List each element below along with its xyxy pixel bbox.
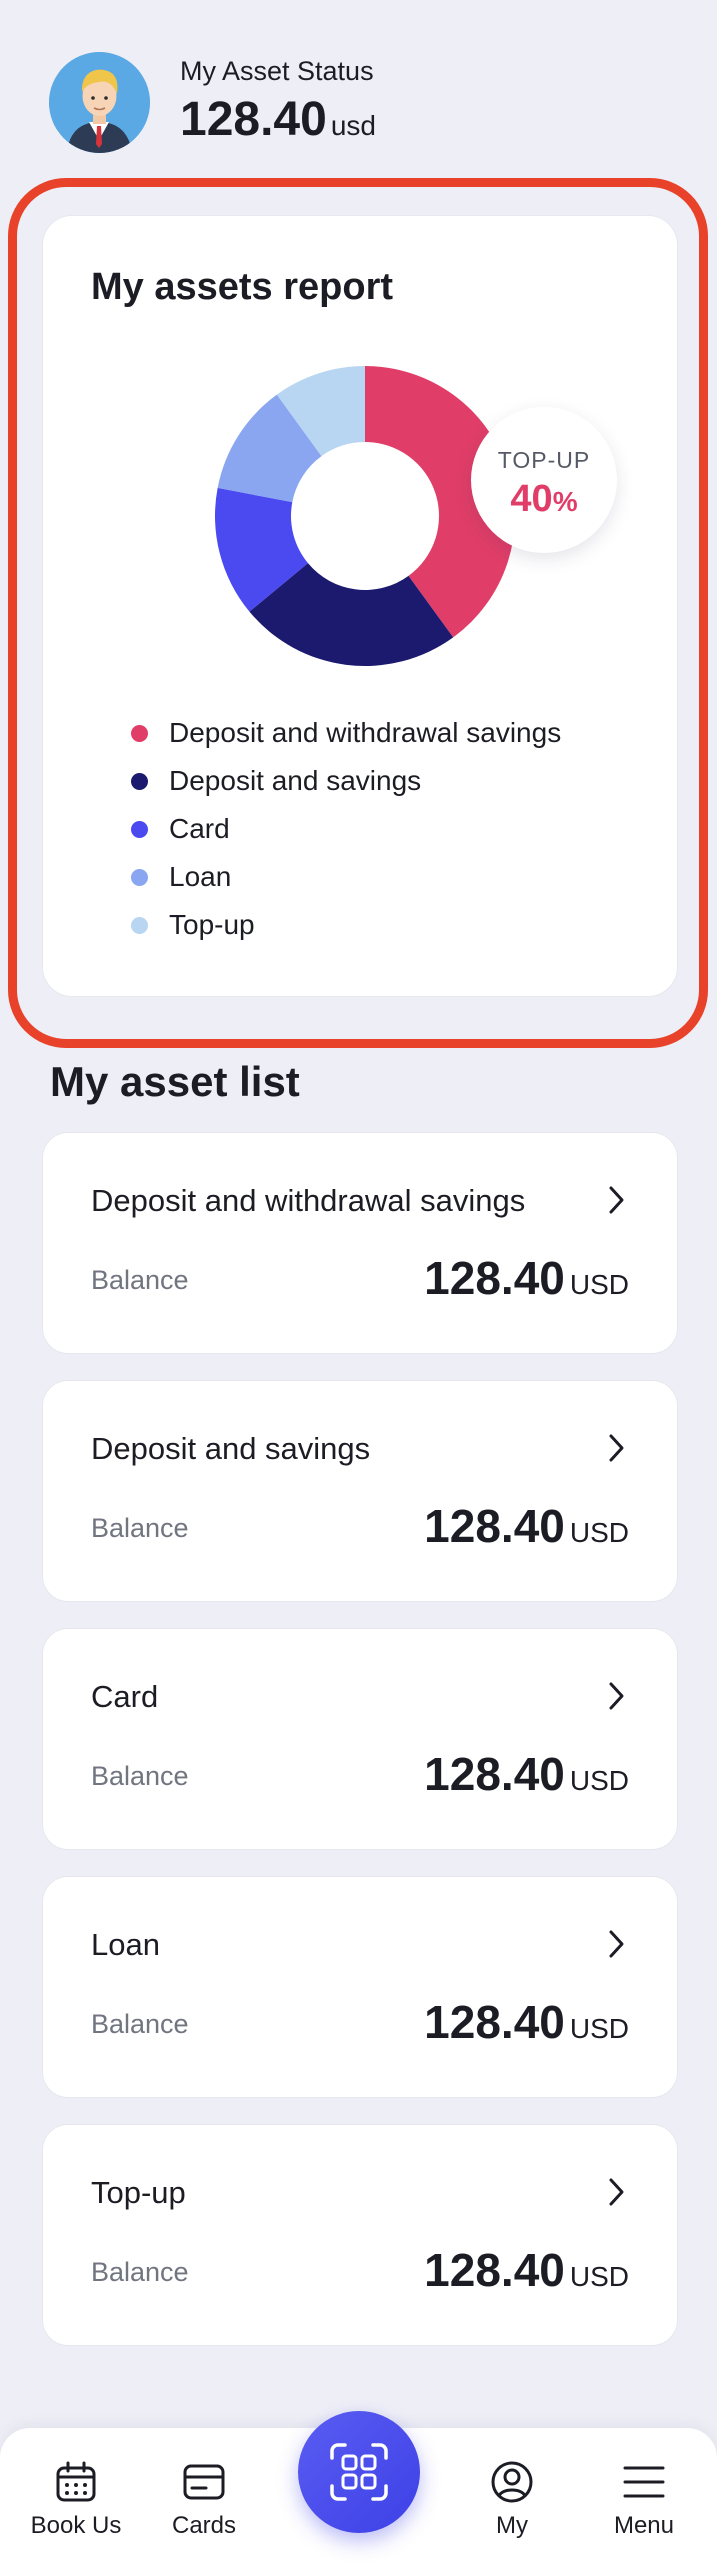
balance-unit: USD <box>569 2013 629 2044</box>
balance-amount: 128.40 <box>424 2244 565 2296</box>
asset-status-header: My Asset Status 128.40 usd <box>0 0 717 175</box>
balance-value: 128.40 USD <box>424 1251 629 1305</box>
asset-list-title: My asset list <box>50 1058 300 1105</box>
nav-menu-label: Menu <box>613 2512 675 2539</box>
legend-item: Top-up <box>131 901 561 949</box>
asset-name: Card <box>91 1679 159 1714</box>
legend-dot <box>131 820 148 838</box>
balance-unit: USD <box>569 2261 629 2292</box>
asset-name: Loan <box>91 1927 160 1962</box>
asset-name: Deposit and savings <box>91 1431 371 1466</box>
scan-button[interactable] <box>298 2411 420 2533</box>
legend-item: Deposit and savings <box>131 757 561 805</box>
legend-item: Deposit and withdrawal savings <box>131 709 561 757</box>
balance-unit: USD <box>569 1765 629 1796</box>
legend-dot <box>131 916 148 934</box>
topup-highlight-value: 40% <box>471 478 617 521</box>
chevron-right-icon <box>609 1186 624 1214</box>
balance-amount: 128.40 <box>424 1500 565 1552</box>
card-icon <box>183 2464 225 2500</box>
report-title: My assets report <box>91 266 394 308</box>
legend-label: Deposit and savings <box>169 765 422 796</box>
nav-book-us-label: Book Us <box>30 2512 122 2539</box>
asset-card[interactable]: Top-up Balance 128.40 USD <box>42 2124 678 2346</box>
balance-value: 128.40 USD <box>424 1747 629 1801</box>
nav-book-us[interactable]: Book Us <box>16 2460 136 2540</box>
user-icon <box>491 2461 533 2503</box>
chevron-right-icon <box>609 2178 624 2206</box>
topup-highlight-unit: % <box>552 486 578 517</box>
balance-label: Balance <box>91 2009 189 2039</box>
asset-name: Deposit and withdrawal savings <box>91 1183 526 1218</box>
asset-status-label: My Asset Status <box>180 56 374 86</box>
calendar-icon <box>56 2461 96 2502</box>
legend-dot <box>131 868 148 886</box>
asset-card[interactable]: Loan Balance 128.40 USD <box>42 1876 678 2098</box>
balance-unit: USD <box>569 1517 629 1548</box>
balance-label: Balance <box>91 2257 189 2287</box>
balance-amount: 128.40 <box>424 1748 565 1800</box>
assets-report-card: My assets report TOP-UP 40% Deposit and … <box>42 215 678 997</box>
legend-item: Loan <box>131 853 561 901</box>
nav-my[interactable]: My <box>452 2460 572 2540</box>
asset-card[interactable]: Deposit and withdrawal savings Balance 128… <box>42 1132 678 1354</box>
balance-amount: 128.40 <box>424 1252 565 1304</box>
balance-value: 128.40 USD <box>424 1499 629 1553</box>
chevron-right-icon <box>609 1930 624 1958</box>
balance-value: 128.40 USD <box>424 2243 629 2297</box>
legend-label: Deposit and withdrawal savings <box>169 717 562 748</box>
scan-icon <box>330 2443 388 2501</box>
balance-unit: USD <box>569 1269 629 1300</box>
legend-dot <box>131 724 148 742</box>
balance-label: Balance <box>91 1761 189 1791</box>
topup-highlight-bubble: TOP-UP 40% <box>471 407 617 553</box>
asset-card[interactable]: Deposit and savings Balance 128.40 USD <box>42 1380 678 1602</box>
balance-amount: 128.40 <box>424 1996 565 2048</box>
legend-label: Top-up <box>169 909 255 940</box>
balance-label: Balance <box>91 1513 189 1543</box>
asset-status-unit: usd <box>330 110 376 141</box>
asset-status-value: 128.40 usd <box>180 92 376 147</box>
asset-name: Top-up <box>91 2175 186 2210</box>
chevron-right-icon <box>609 1682 624 1710</box>
balance-label: Balance <box>91 1265 189 1295</box>
legend-label: Card <box>169 813 230 844</box>
avatar[interactable] <box>49 52 150 153</box>
chevron-right-icon <box>609 1434 624 1462</box>
report-legend: Deposit and withdrawal savings Deposit an… <box>131 709 561 949</box>
nav-my-label: My <box>496 2512 528 2539</box>
nav-cards[interactable]: Cards <box>144 2460 264 2540</box>
nav-menu[interactable]: Menu <box>584 2460 704 2540</box>
legend-dot <box>131 772 148 790</box>
nav-cards-label: Cards <box>171 2512 237 2539</box>
topup-highlight-label: TOP-UP <box>497 447 591 473</box>
menu-icon <box>623 2466 665 2498</box>
legend-label: Loan <box>169 861 232 892</box>
asset-status-amount: 128.40 <box>180 93 327 146</box>
legend-item: Card <box>131 805 561 853</box>
topup-highlight-number: 40 <box>510 478 553 520</box>
balance-value: 128.40 USD <box>424 1995 629 2049</box>
asset-card[interactable]: Card Balance 128.40 USD <box>42 1628 678 1850</box>
